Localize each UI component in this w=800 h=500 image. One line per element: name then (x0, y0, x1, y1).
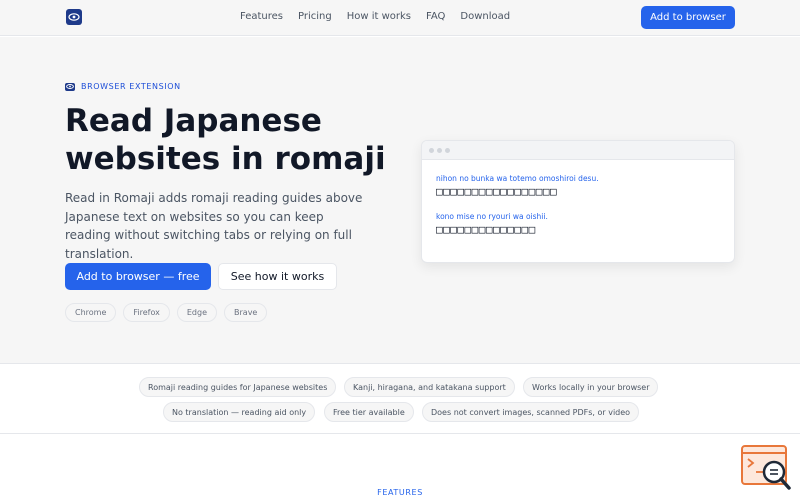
browser-chip-edge: Edge (176, 303, 218, 322)
nav-link-pricing[interactable]: Pricing (298, 11, 332, 22)
see-how-it-works-button[interactable]: See how it works (218, 263, 337, 290)
window-dot (445, 147, 450, 153)
window-title-bar (422, 141, 734, 160)
japanese-text-line: □□□□□□□□□□□□□□ (436, 223, 536, 236)
add-to-browser-button[interactable]: Add to browser (641, 6, 735, 29)
nav-link-faq[interactable]: FAQ (426, 11, 445, 22)
feature-pill: Romaji reading guides for Japanese websi… (139, 377, 337, 397)
feature-pill: Works locally in your browser (523, 377, 659, 397)
feature-pill: Kanji, hiragana, and katakana support (344, 377, 515, 397)
eye-icon (65, 82, 75, 91)
top-navigation-bar: Features Pricing How it works FAQ Downlo… (0, 0, 800, 36)
feature-pill: No translation — reading aid only (163, 402, 316, 422)
hero-section: BROWSER EXTENSION Read Japanese websites… (0, 37, 800, 363)
eye-logo-icon[interactable] (66, 9, 82, 25)
hero-subtitle: Read in Romaji adds romaji reading guide… (65, 191, 363, 261)
feature-highlights: Romaji reading guides for Japanese websi… (0, 363, 800, 434)
supported-browsers: Chrome Firefox Edge Brave (65, 303, 268, 322)
browser-chip-chrome: Chrome (65, 303, 117, 322)
japanese-text-line: □□□□□□□□□□□□□□□□□ (436, 185, 558, 198)
eyebrow-label: BROWSER EXTENSION (81, 82, 181, 91)
hero-title: Read Japanese websites in romaji (65, 103, 386, 177)
feature-pill: Does not convert images, scanned PDFs, o… (422, 402, 640, 422)
features-section-label: FEATURES (377, 488, 423, 497)
nav-link-download[interactable]: Download (460, 11, 510, 22)
feature-pill: Free tier available (324, 402, 414, 422)
browser-chip-brave: Brave (224, 303, 268, 322)
add-to-browser-free-button[interactable]: Add to browser — free (65, 263, 211, 290)
window-dot (437, 147, 442, 153)
nav-link-features[interactable]: Features (240, 11, 283, 22)
search-document-icon[interactable] (740, 444, 792, 492)
eyebrow: BROWSER EXTENSION (65, 82, 181, 91)
main-nav: Features Pricing How it works FAQ Downlo… (240, 11, 510, 22)
nav-link-how-it-works[interactable]: How it works (347, 11, 411, 22)
romaji-reading-line: nihon no bunka wa totemo omoshiroi desu. (436, 174, 599, 183)
browser-chip-firefox: Firefox (123, 303, 170, 322)
demo-browser-window: nihon no bunka wa totemo omoshiroi desu.… (421, 140, 735, 263)
window-dot (429, 147, 434, 153)
romaji-reading-line: kono mise no ryouri wa oishii. (436, 212, 548, 221)
